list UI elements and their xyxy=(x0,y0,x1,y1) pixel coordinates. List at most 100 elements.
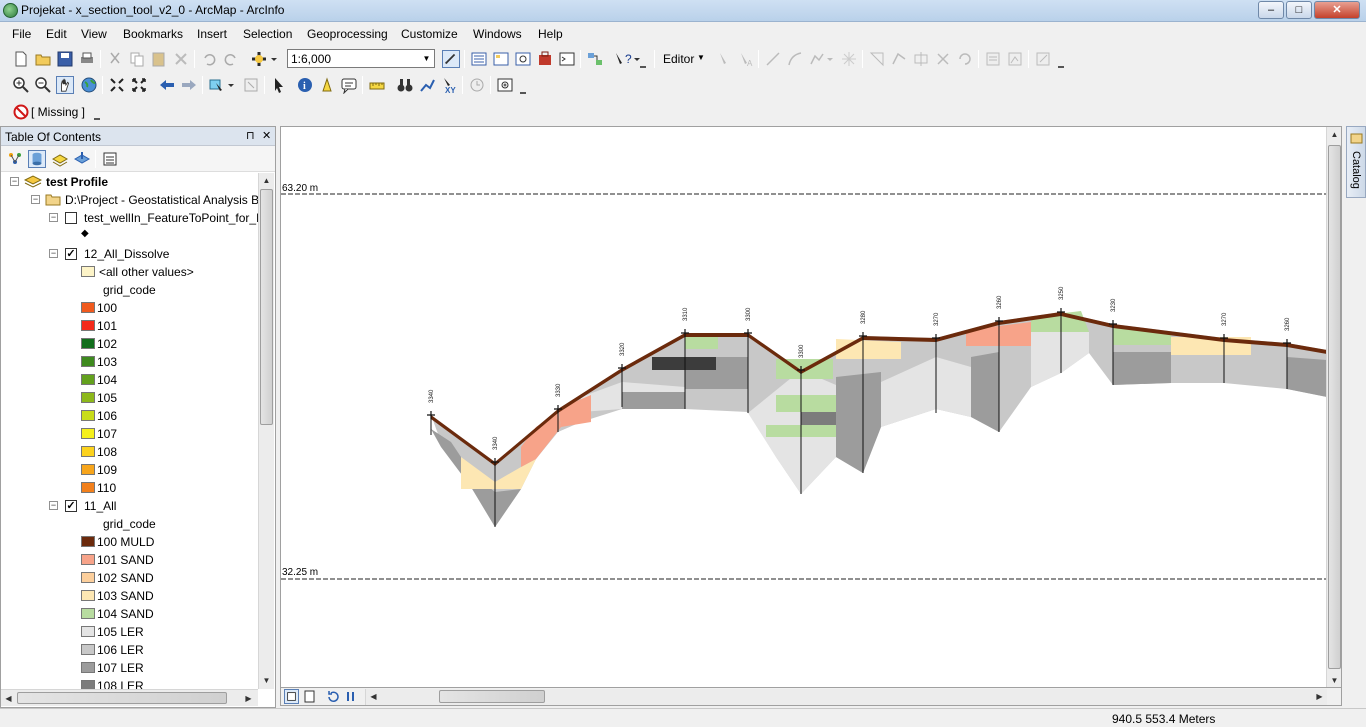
toc-window-icon[interactable] xyxy=(470,50,488,68)
clear-selection-icon[interactable] xyxy=(242,76,260,94)
catalog-side-tab[interactable]: Catalog xyxy=(1346,126,1366,198)
pin-icon[interactable]: ⊓ xyxy=(246,129,255,142)
paste-icon[interactable] xyxy=(150,50,168,68)
scroll-down-icon[interactable]: ▼ xyxy=(1327,673,1341,687)
find-binoculars-icon[interactable] xyxy=(396,76,414,94)
select-elements-arrow-icon[interactable] xyxy=(270,76,288,94)
pan-hand-icon[interactable] xyxy=(56,76,74,94)
scroll-right-icon[interactable]: ▶ xyxy=(241,691,256,706)
sketch-properties-icon[interactable] xyxy=(1006,50,1024,68)
save-icon[interactable] xyxy=(56,50,74,68)
list-by-drawing-order-icon[interactable] xyxy=(6,150,24,168)
go-to-xy-icon[interactable]: XY xyxy=(440,76,458,94)
html-popup-icon[interactable] xyxy=(340,76,358,94)
layer-visibility-checkbox[interactable]: ✓ xyxy=(65,500,77,512)
toc-layer-item[interactable]: − test_wellIn_FeatureToPoint_for_L xyxy=(1,209,258,227)
end-point-arc-icon[interactable] xyxy=(786,50,804,68)
full-extent-globe-icon[interactable] xyxy=(80,76,98,94)
redo-icon[interactable] xyxy=(222,50,240,68)
edit-tool-icon[interactable] xyxy=(714,50,732,68)
straight-segment-icon[interactable] xyxy=(764,50,782,68)
menu-windows[interactable]: Windows xyxy=(473,27,522,41)
chevron-down-icon[interactable]: ▼ xyxy=(697,53,705,62)
menu-edit[interactable]: Edit xyxy=(46,27,67,41)
edit-vertices-icon[interactable] xyxy=(868,50,886,68)
scroll-right-icon[interactable]: ▶ xyxy=(1312,689,1327,704)
scroll-down-icon[interactable]: ▼ xyxy=(259,673,274,688)
create-features-icon[interactable] xyxy=(1034,50,1052,68)
toc-vertical-scrollbar[interactable]: ▲ ▼ xyxy=(258,173,274,689)
delete-icon[interactable] xyxy=(172,50,190,68)
toc-scroll-thumb[interactable] xyxy=(260,189,273,425)
map-scroll-thumb[interactable] xyxy=(1328,145,1341,669)
layer-visibility-checkbox[interactable]: ✓ xyxy=(65,248,77,260)
collapse-icon[interactable]: − xyxy=(31,195,40,204)
collapse-icon[interactable]: − xyxy=(49,501,58,510)
magnifier-window-icon[interactable] xyxy=(496,76,514,94)
toc-horizontal-scrollbar[interactable]: ◀ ▶ xyxy=(1,689,258,706)
menu-geoprocessing[interactable]: Geoprocessing xyxy=(307,27,388,41)
menu-bookmarks[interactable]: Bookmarks xyxy=(123,27,183,41)
toc-layer-item[interactable]: − ✓ 12_All_Dissolve xyxy=(1,245,258,263)
arctoolbox-icon[interactable] xyxy=(536,50,554,68)
collapse-icon[interactable]: − xyxy=(49,249,58,258)
go-forward-arrow-icon[interactable] xyxy=(180,76,198,94)
scroll-left-icon[interactable]: ◀ xyxy=(1,691,16,706)
map-hscroll-thumb[interactable] xyxy=(439,690,545,703)
catalog-window-icon[interactable] xyxy=(492,50,510,68)
identify-icon[interactable]: i xyxy=(296,76,314,94)
find-route-icon[interactable] xyxy=(418,76,436,94)
close-button[interactable]: ✕ xyxy=(1314,1,1360,19)
menu-selection[interactable]: Selection xyxy=(243,27,292,41)
collapse-icon[interactable]: − xyxy=(49,213,58,222)
whats-this-help-icon[interactable]: ? xyxy=(612,50,642,68)
copy-icon[interactable] xyxy=(128,50,146,68)
add-data-icon[interactable] xyxy=(250,50,278,68)
point-icon[interactable] xyxy=(840,50,858,68)
undo-icon[interactable] xyxy=(200,50,218,68)
time-slider-icon[interactable] xyxy=(468,76,486,94)
map-scale-combobox[interactable]: 1:6,000 ▼ xyxy=(287,49,435,68)
layout-view-icon[interactable] xyxy=(302,689,317,704)
measure-icon[interactable] xyxy=(368,76,386,94)
hyperlink-icon[interactable] xyxy=(318,76,336,94)
refresh-icon[interactable] xyxy=(326,689,341,704)
open-folder-icon[interactable] xyxy=(34,50,52,68)
toc-hscroll-thumb[interactable] xyxy=(17,692,227,704)
zoom-out-icon[interactable] xyxy=(34,76,52,94)
menu-help[interactable]: Help xyxy=(538,27,563,41)
map-display[interactable]: 63.20 m 32.25 m 3340 3340 3330 3320 3310 3300… xyxy=(280,126,1342,688)
model-builder-icon[interactable] xyxy=(586,50,604,68)
fixed-zoom-out-icon[interactable] xyxy=(130,76,148,94)
toc-folder-item[interactable]: − D:\Project - Geostatistical Analysis B xyxy=(1,191,258,209)
list-by-visibility-icon[interactable] xyxy=(51,150,69,168)
print-icon[interactable] xyxy=(78,50,96,68)
maximize-button[interactable]: □ xyxy=(1286,1,1312,19)
toc-options-icon[interactable] xyxy=(101,150,119,168)
menu-view[interactable]: View xyxy=(81,27,107,41)
go-back-arrow-icon[interactable] xyxy=(158,76,176,94)
map-vertical-scrollbar[interactable]: ▲ ▼ xyxy=(1326,127,1341,687)
search-window-icon[interactable] xyxy=(514,50,532,68)
scroll-left-icon[interactable]: ◀ xyxy=(366,689,381,704)
zoom-in-icon[interactable] xyxy=(12,76,30,94)
map-horizontal-scrollbar[interactable]: ◀ ▶ xyxy=(365,689,1327,705)
pause-drawing-icon[interactable] xyxy=(343,689,358,704)
rotate-icon[interactable] xyxy=(956,50,974,68)
list-by-selection-icon[interactable] xyxy=(73,150,91,168)
close-icon[interactable]: ✕ xyxy=(262,129,271,142)
editor-menu[interactable]: Editor xyxy=(663,52,694,66)
edit-annotation-icon[interactable]: A xyxy=(736,50,754,68)
reshape-feature-icon[interactable] xyxy=(890,50,908,68)
toc-layer-item[interactable]: − ✓ 11_All xyxy=(1,497,258,515)
scroll-up-icon[interactable]: ▲ xyxy=(1327,127,1341,142)
menu-customize[interactable]: Customize xyxy=(401,27,458,41)
menu-insert[interactable]: Insert xyxy=(197,27,227,41)
layer-visibility-checkbox[interactable] xyxy=(65,212,77,224)
missing-toolbar-label[interactable]: [ Missing ] xyxy=(31,105,85,119)
select-features-icon[interactable] xyxy=(208,76,236,94)
python-window-icon[interactable] xyxy=(558,50,576,68)
list-by-source-icon[interactable] xyxy=(28,150,46,168)
chevron-down-icon[interactable]: ▼ xyxy=(419,50,434,67)
attributes-icon[interactable] xyxy=(984,50,1002,68)
